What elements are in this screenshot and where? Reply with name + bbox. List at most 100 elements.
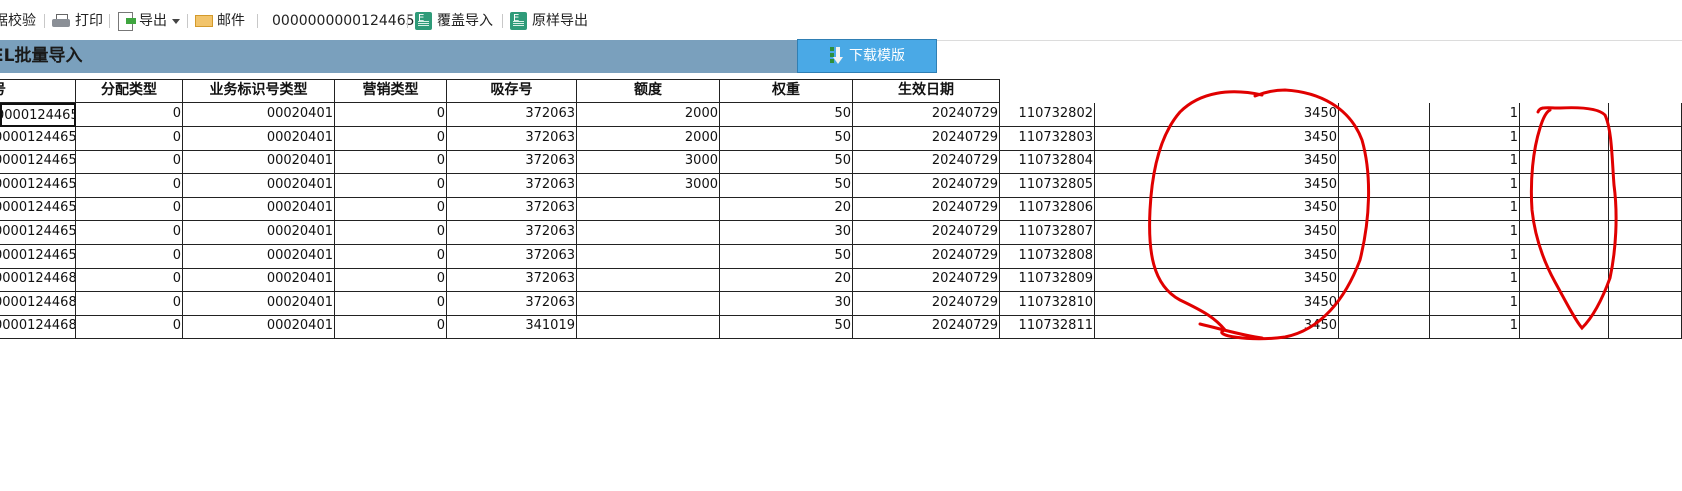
table-cell[interactable]: 0 bbox=[76, 150, 183, 175]
table-cell[interactable]: 110732808 bbox=[1000, 244, 1095, 269]
column-header-3[interactable]: 营销类型 bbox=[335, 79, 447, 103]
table-cell[interactable] bbox=[1520, 315, 1609, 340]
print-button[interactable]: 打印 bbox=[52, 10, 103, 32]
table-cell[interactable] bbox=[577, 221, 720, 246]
table-cell[interactable] bbox=[1609, 315, 1682, 340]
table-cell[interactable] bbox=[1339, 126, 1430, 151]
column-header-0[interactable]: 号 bbox=[0, 79, 76, 103]
table-cell[interactable]: 0000124465 bbox=[0, 103, 76, 128]
table-cell[interactable]: 372063 bbox=[447, 221, 577, 246]
column-header-7[interactable]: 生效日期 bbox=[853, 79, 1000, 103]
table-cell[interactable]: 110732809 bbox=[1000, 268, 1095, 293]
table-cell[interactable]: 1 bbox=[1430, 197, 1520, 222]
table-cell[interactable]: 20240729 bbox=[853, 173, 1000, 198]
table-cell[interactable]: 1 bbox=[1430, 268, 1520, 293]
table-cell[interactable] bbox=[1609, 103, 1682, 128]
table-cell[interactable] bbox=[1520, 197, 1609, 222]
table-cell[interactable] bbox=[577, 291, 720, 316]
mail-button[interactable]: 邮件 bbox=[195, 10, 245, 32]
original-export-button[interactable]: E 原样导出 bbox=[510, 10, 588, 32]
table-cell[interactable]: 20240729 bbox=[853, 221, 1000, 246]
table-cell[interactable]: 00020401 bbox=[183, 126, 335, 151]
table-cell[interactable]: 50 bbox=[720, 126, 853, 151]
table-cell[interactable]: 30 bbox=[720, 221, 853, 246]
table-cell[interactable]: 50 bbox=[720, 244, 853, 269]
table-cell[interactable]: 372063 bbox=[447, 197, 577, 222]
table-cell[interactable] bbox=[1520, 103, 1609, 128]
table-cell[interactable]: 0 bbox=[76, 173, 183, 198]
table-cell[interactable]: 3450 bbox=[1095, 291, 1339, 316]
table-cell[interactable]: 372063 bbox=[447, 291, 577, 316]
table-cell[interactable]: 0000124465 bbox=[0, 197, 76, 222]
table-cell[interactable]: 1 bbox=[1430, 103, 1520, 128]
table-cell[interactable] bbox=[1520, 268, 1609, 293]
table-cell[interactable] bbox=[1609, 221, 1682, 246]
table-cell[interactable] bbox=[1339, 150, 1430, 175]
table-cell[interactable] bbox=[1609, 291, 1682, 316]
table-cell[interactable]: 20 bbox=[720, 268, 853, 293]
table-cell[interactable]: 0 bbox=[335, 291, 447, 316]
table-cell[interactable]: 110732804 bbox=[1000, 150, 1095, 175]
overwrite-import-button[interactable]: E 覆盖导入 bbox=[415, 10, 493, 32]
table-cell[interactable]: 0000124465 bbox=[0, 126, 76, 151]
table-cell[interactable]: 0 bbox=[335, 244, 447, 269]
table-cell[interactable]: 110732806 bbox=[1000, 197, 1095, 222]
table-cell[interactable] bbox=[1609, 126, 1682, 151]
table-cell[interactable] bbox=[577, 268, 720, 293]
table-cell[interactable] bbox=[1520, 173, 1609, 198]
table-cell[interactable]: 20 bbox=[720, 197, 853, 222]
table-cell[interactable]: 0 bbox=[76, 291, 183, 316]
table-cell[interactable] bbox=[1339, 103, 1430, 128]
table-cell[interactable]: 0 bbox=[76, 315, 183, 340]
table-cell[interactable]: 20240729 bbox=[853, 103, 1000, 128]
table-cell[interactable]: 00020401 bbox=[183, 150, 335, 175]
table-cell[interactable]: 20240729 bbox=[853, 291, 1000, 316]
table-cell[interactable]: 0000124465 bbox=[0, 150, 76, 175]
table-cell[interactable]: 110732811 bbox=[1000, 315, 1095, 340]
table-cell[interactable]: 110732807 bbox=[1000, 221, 1095, 246]
table-cell[interactable]: 2000 bbox=[577, 103, 720, 128]
table-cell[interactable]: 0000124465 bbox=[0, 173, 76, 198]
column-header-5[interactable]: 额度 bbox=[577, 79, 720, 103]
table-cell[interactable]: 3450 bbox=[1095, 244, 1339, 269]
table-cell[interactable]: 372063 bbox=[447, 150, 577, 175]
export-button[interactable]: 导出 bbox=[117, 10, 180, 32]
table-cell[interactable]: 1 bbox=[1430, 291, 1520, 316]
table-cell[interactable]: 0000124468 bbox=[0, 268, 76, 293]
table-cell[interactable]: 0 bbox=[335, 315, 447, 340]
table-cell[interactable] bbox=[1609, 268, 1682, 293]
table-cell[interactable] bbox=[1339, 268, 1430, 293]
table-cell[interactable]: 00020401 bbox=[183, 268, 335, 293]
table-cell[interactable]: 50 bbox=[720, 103, 853, 128]
table-cell[interactable]: 110732802 bbox=[1000, 103, 1095, 128]
table-cell[interactable] bbox=[1339, 221, 1430, 246]
table-cell[interactable]: 1 bbox=[1430, 150, 1520, 175]
table-cell[interactable]: 372063 bbox=[447, 173, 577, 198]
table-cell[interactable]: 3000 bbox=[577, 173, 720, 198]
table-cell[interactable] bbox=[1609, 244, 1682, 269]
table-cell[interactable]: 00020401 bbox=[183, 315, 335, 340]
table-cell[interactable]: 0 bbox=[76, 126, 183, 151]
table-cell[interactable]: 0000124465 bbox=[0, 221, 76, 246]
table-cell[interactable] bbox=[1520, 126, 1609, 151]
column-header-1[interactable]: 分配类型 bbox=[76, 79, 183, 103]
table-cell[interactable]: 0 bbox=[76, 268, 183, 293]
table-cell[interactable] bbox=[577, 197, 720, 222]
table-cell[interactable]: 3450 bbox=[1095, 221, 1339, 246]
table-cell[interactable]: 50 bbox=[720, 173, 853, 198]
table-cell[interactable]: 3000 bbox=[577, 150, 720, 175]
table-cell[interactable] bbox=[1339, 244, 1430, 269]
table-cell[interactable] bbox=[1609, 150, 1682, 175]
table-cell[interactable]: 0000124468 bbox=[0, 315, 76, 340]
table-cell[interactable]: 3450 bbox=[1095, 173, 1339, 198]
table-cell[interactable]: 0 bbox=[335, 197, 447, 222]
table-cell[interactable]: 3450 bbox=[1095, 103, 1339, 128]
table-cell[interactable]: 341019 bbox=[447, 315, 577, 340]
table-cell[interactable]: 0000124465 bbox=[0, 244, 76, 269]
table-cell[interactable]: 372063 bbox=[447, 244, 577, 269]
validate-button[interactable]: 据校验 bbox=[0, 10, 36, 32]
table-cell[interactable]: 0 bbox=[335, 221, 447, 246]
table-cell[interactable]: 00020401 bbox=[183, 221, 335, 246]
table-cell[interactable] bbox=[577, 244, 720, 269]
table-cell[interactable]: 372063 bbox=[447, 268, 577, 293]
